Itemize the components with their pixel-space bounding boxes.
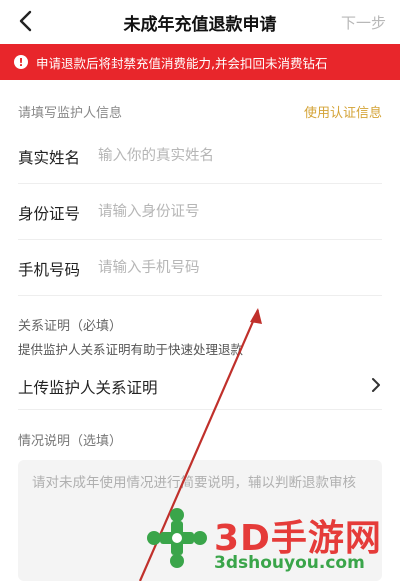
site-watermark: 3D手游网 3dshouyou.com (140, 505, 400, 581)
watermark-logo-icon (147, 508, 207, 568)
id-number-row: 身份证号 (18, 184, 382, 240)
next-step-button[interactable]: 下一步 (341, 12, 386, 33)
watermark-domain: 3dshouyou.com (214, 553, 365, 573)
guardian-section-header: 请填写监护人信息 使用认证信息 (18, 102, 382, 121)
phone-number-label: 手机号码 (18, 261, 81, 279)
alert-icon: ! (14, 55, 28, 69)
phone-number-input[interactable] (98, 256, 368, 280)
chevron-right-icon (372, 378, 380, 392)
warning-banner: ! 申请退款后将封禁充值消费能力,并会扣回未消费钻石 (0, 44, 400, 80)
warning-text: 申请退款后将封禁充值消费能力,并会扣回未消费钻石 (36, 55, 328, 71)
guardian-section-title: 请填写监护人信息 (18, 106, 123, 121)
relation-section-title: 关系证明（必填） (18, 319, 123, 334)
real-name-row: 真实姓名 (18, 128, 382, 184)
id-number-input[interactable] (98, 200, 368, 224)
phone-number-row: 手机号码 (18, 240, 382, 296)
real-name-label: 真实姓名 (18, 149, 81, 167)
real-name-input[interactable] (98, 144, 368, 168)
description-section-title: 情况说明（选填） (18, 434, 123, 449)
use-verified-info-link[interactable]: 使用认证信息 (304, 102, 382, 121)
nav-bar: 未成年充值退款申请 下一步 (0, 0, 400, 44)
id-number-label: 身份证号 (18, 205, 81, 223)
